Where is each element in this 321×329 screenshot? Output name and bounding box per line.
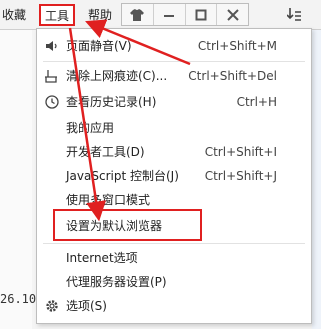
menu-item-shortcut: Ctrl+Shift+Del: [188, 69, 277, 83]
close-button[interactable]: [217, 4, 248, 25]
menu-item-multi-window[interactable]: 使用多窗口模式: [37, 189, 311, 211]
skin-button[interactable]: [122, 4, 154, 25]
minimize-button[interactable]: [154, 4, 186, 25]
download-icon[interactable]: [287, 8, 301, 24]
separator: [43, 243, 305, 244]
menu-item-label: 代理服务器设置(P): [66, 275, 167, 289]
menu-item-label: JavaScript 控制台(J): [66, 169, 179, 183]
menu-favorites[interactable]: 收藏: [0, 5, 30, 25]
menu-tools[interactable]: 工具: [39, 4, 76, 26]
broom-icon: [45, 70, 57, 83]
menu-item-label: 我的应用: [66, 121, 115, 135]
maximize-icon: [195, 9, 207, 20]
menu-item-label: 设置为默认浏览器: [66, 219, 163, 233]
menu-item-shortcut: Ctrl+Shift+M: [197, 39, 277, 53]
menu-help[interactable]: 帮助: [84, 5, 116, 25]
separator: [43, 61, 305, 62]
menu-item-options[interactable]: 选项(S): [37, 295, 311, 317]
menu-item-shortcut: Ctrl+Shift+I: [204, 145, 277, 159]
menu-item-set-default-browser[interactable]: 设置为默认浏览器: [37, 215, 311, 237]
menu-item-mute[interactable]: 页面静音(V) Ctrl+Shift+M: [37, 35, 311, 57]
menu-item-history[interactable]: 查看历史记录(H) Ctrl+H: [37, 91, 311, 113]
menu-item-label: 页面静音(V): [66, 39, 132, 53]
menu-item-my-apps[interactable]: 我的应用: [37, 117, 311, 139]
menu-item-label: 选项(S): [66, 299, 107, 313]
menu-item-label: Internet选项: [66, 251, 138, 265]
menu-item-clear-history[interactable]: 清除上网痕迹(C)... Ctrl+Shift+Del: [37, 65, 311, 87]
menu-item-label: 开发者工具(D): [66, 145, 145, 159]
tools-dropdown-menu: 页面静音(V) Ctrl+Shift+M 清除上网痕迹(C)... Ctrl+S…: [36, 28, 312, 324]
menu-item-shortcut: Ctrl+Shift+J: [204, 169, 277, 183]
menu-item-internet-options[interactable]: Internet选项: [37, 247, 311, 269]
menu-item-label: 清除上网痕迹(C)...: [66, 69, 168, 83]
page-background: [0, 30, 32, 329]
shirt-icon: [130, 8, 145, 21]
menu-item-js-console[interactable]: JavaScript 控制台(J) Ctrl+Shift+J: [37, 165, 311, 187]
menu-item-label: 使用多窗口模式: [66, 193, 151, 207]
menu-bar: 收藏 工具 帮助: [0, 0, 321, 30]
close-icon: [226, 8, 239, 21]
clock-icon: [45, 95, 59, 109]
menu-item-shortcut: Ctrl+H: [236, 95, 277, 109]
menu-item-proxy-settings[interactable]: 代理服务器设置(P): [37, 271, 311, 293]
window-controls: [121, 3, 249, 26]
gear-icon: [46, 300, 58, 312]
menu-item-dev-tools[interactable]: 开发者工具(D) Ctrl+Shift+I: [37, 141, 311, 163]
minimize-icon: [164, 14, 175, 17]
menu-item-label: 查看历史记录(H): [66, 95, 157, 109]
maximize-button[interactable]: [186, 4, 218, 25]
page-scroll-area: [312, 30, 321, 329]
speaker-icon: [46, 41, 57, 51]
